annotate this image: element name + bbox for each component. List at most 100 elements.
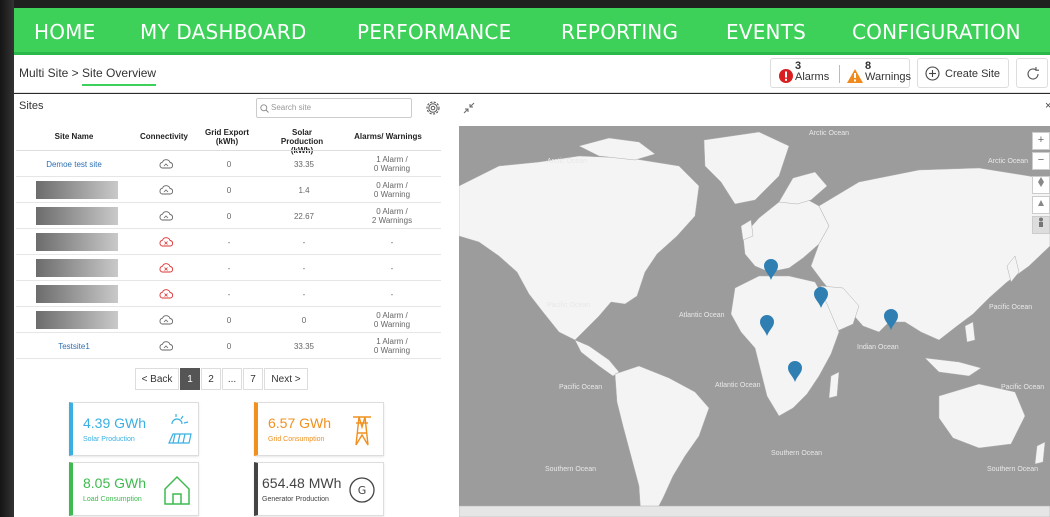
table-row[interactable]: Demoe test site 0 33.35 1 Alarm /0 Warning <box>16 151 441 177</box>
create-site-button[interactable]: Create Site <box>917 58 1009 88</box>
nav-events[interactable]: EVENTS <box>726 20 806 44</box>
grid-consumption-value: 6.57 GWh <box>268 415 332 431</box>
table-row[interactable]: --- <box>16 229 441 255</box>
alarm-count-text: 1 Alarm / <box>376 337 408 346</box>
grid-consumption-card[interactable]: 6.57 GWh Grid Consumption <box>254 402 384 456</box>
site-name-link[interactable]: Demoe test site <box>36 151 112 177</box>
site-marker-icon[interactable] <box>884 309 898 330</box>
generator-production-card[interactable]: 654.48 MWh Generator Production G <box>254 462 384 516</box>
generator-production-label: Generator Production <box>262 496 329 503</box>
pegman-icon[interactable] <box>1032 216 1050 234</box>
collapse-icon[interactable] <box>463 102 475 114</box>
alarm-count-text: - <box>390 263 394 273</box>
sites-panel: Sites Search site Site Name Connectivity… <box>14 94 457 517</box>
gear-icon[interactable] <box>424 99 442 117</box>
solar-production-cell: - <box>302 289 306 299</box>
house-icon <box>164 475 190 505</box>
page-1-button[interactable]: 1 <box>180 368 200 390</box>
page-2-button[interactable]: 2 <box>201 368 221 390</box>
alarm-warning-summary: 3 Alarms 8 Warnings <box>770 58 911 88</box>
world-map[interactable]: Arctic Ocean Arctic Ocean Arctic Ocean P… <box>459 126 1050 517</box>
cloud-connected-icon <box>154 333 178 359</box>
redacted-site-name[interactable] <box>36 311 118 329</box>
solar-production-cell: 0 <box>301 315 307 325</box>
pagination-next-button[interactable]: Next > <box>264 368 308 390</box>
antarctica <box>459 505 1050 517</box>
table-row[interactable]: 0 1.4 0 Alarm /0 Warning <box>16 177 441 203</box>
tilt-icon[interactable] <box>1032 196 1050 214</box>
main-navigation: HOME MY DASHBOARD PERFORMANCE REPORTING … <box>14 8 1050 52</box>
ocean-label: Pacific Ocean <box>547 302 591 309</box>
table-row[interactable]: 0 0 0 Alarm /0 Warning <box>16 307 441 333</box>
nav-home[interactable]: HOME <box>34 20 95 44</box>
alarm-count-text: - <box>390 289 394 299</box>
warning-count-text: 2 Warnings <box>371 216 413 225</box>
alarms-warnings-cell: 0 Alarm /0 Warning <box>346 307 438 333</box>
ocean-label: Southern Ocean <box>771 450 822 457</box>
alarms-warnings-cell: 1 Alarm /0 Warning <box>346 151 438 177</box>
redacted-site-name[interactable] <box>36 259 118 277</box>
alarm-count-text: 0 Alarm / <box>376 207 408 216</box>
nav-reporting[interactable]: REPORTING <box>561 20 678 44</box>
redacted-site-name[interactable] <box>36 181 118 199</box>
ocean-label: Arctic Ocean <box>809 130 850 137</box>
refresh-button[interactable] <box>1016 58 1048 88</box>
sites-title: Sites <box>19 100 44 112</box>
page-ellipsis: ... <box>222 368 242 390</box>
solar-production-label: Solar Production <box>83 436 135 443</box>
grid-consumption-label: Grid Consumption <box>268 436 325 443</box>
table-row[interactable]: 0 22.67 0 Alarm /2 Warnings <box>16 203 441 229</box>
warning-count-text: 0 Warning <box>373 190 411 199</box>
search-input[interactable]: Search site <box>256 98 412 118</box>
ocean-label: Southern Ocean <box>545 466 596 473</box>
redacted-site-name[interactable] <box>36 233 118 251</box>
ocean-label: Pacific Ocean <box>559 384 603 391</box>
alarms-warnings-cell: 0 Alarm /0 Warning <box>346 177 438 203</box>
alarm-icon <box>779 69 793 83</box>
pagination-back-button[interactable]: < Back <box>135 368 179 390</box>
alarms-counter[interactable]: 3 Alarms <box>795 61 829 83</box>
redacted-site-name[interactable] <box>36 207 118 225</box>
generator-icon: G <box>349 477 375 503</box>
alarms-warnings-cell: 1 Alarm /0 Warning <box>346 333 438 359</box>
page-7-button[interactable]: 7 <box>243 368 263 390</box>
grid-export-cell: - <box>227 263 231 273</box>
search-icon <box>260 104 269 113</box>
ocean-label: Pacific Ocean <box>989 304 1033 311</box>
nav-my-dashboard[interactable]: MY DASHBOARD <box>140 20 306 44</box>
world-map-svg <box>459 131 1050 517</box>
zoom-in-button[interactable]: + <box>1032 132 1050 150</box>
solar-production-cell: 33.35 <box>293 341 315 351</box>
compass-icon[interactable] <box>1032 176 1050 194</box>
table-row[interactable]: --- <box>16 255 441 281</box>
redacted-site-name[interactable] <box>36 285 118 303</box>
warning-count-text: 0 Warning <box>373 320 411 329</box>
grid-export-cell: 0 <box>226 159 232 169</box>
cloud-connected-icon <box>154 203 178 229</box>
solar-production-cell: 22.67 <box>293 211 315 221</box>
nav-performance[interactable]: PERFORMANCE <box>357 20 511 44</box>
philippines <box>964 321 976 343</box>
load-consumption-card[interactable]: 8.05 GWh Load Consumption <box>69 462 199 516</box>
nav-configuration[interactable]: CONFIGURATION <box>852 20 1021 44</box>
generator-production-value: 654.48 MWh <box>262 475 342 491</box>
cloud-disconnected-icon <box>154 229 178 255</box>
column-header-alarms-warnings[interactable]: Alarms/ Warnings <box>342 132 434 141</box>
warning-count-text: 0 Warning <box>373 164 411 173</box>
zoom-out-button[interactable]: − <box>1032 152 1050 170</box>
breadcrumb-root[interactable]: Multi Site > <box>19 66 79 80</box>
site-name-link[interactable]: Testsite1 <box>36 333 112 359</box>
column-header-site-name[interactable]: Site Name <box>44 132 104 141</box>
solar-production-card[interactable]: 4.39 GWh Solar Production <box>69 402 199 456</box>
alarms-label: Alarms <box>795 71 830 83</box>
close-icon[interactable]: × <box>1045 100 1050 112</box>
table-row[interactable]: --- <box>16 281 441 307</box>
top-strip <box>14 0 1050 8</box>
power-tower-icon <box>353 416 371 446</box>
table-row[interactable]: Testsite1 0 33.35 1 Alarm /0 Warning <box>16 333 441 359</box>
column-header-grid-export[interactable]: Grid Export (kWh) <box>202 128 252 146</box>
indonesia <box>924 357 982 377</box>
column-header-connectivity[interactable]: Connectivity <box>134 132 194 141</box>
solar-production-cell: 33.35 <box>293 159 315 169</box>
warnings-counter[interactable]: 8 Warnings <box>865 61 911 83</box>
